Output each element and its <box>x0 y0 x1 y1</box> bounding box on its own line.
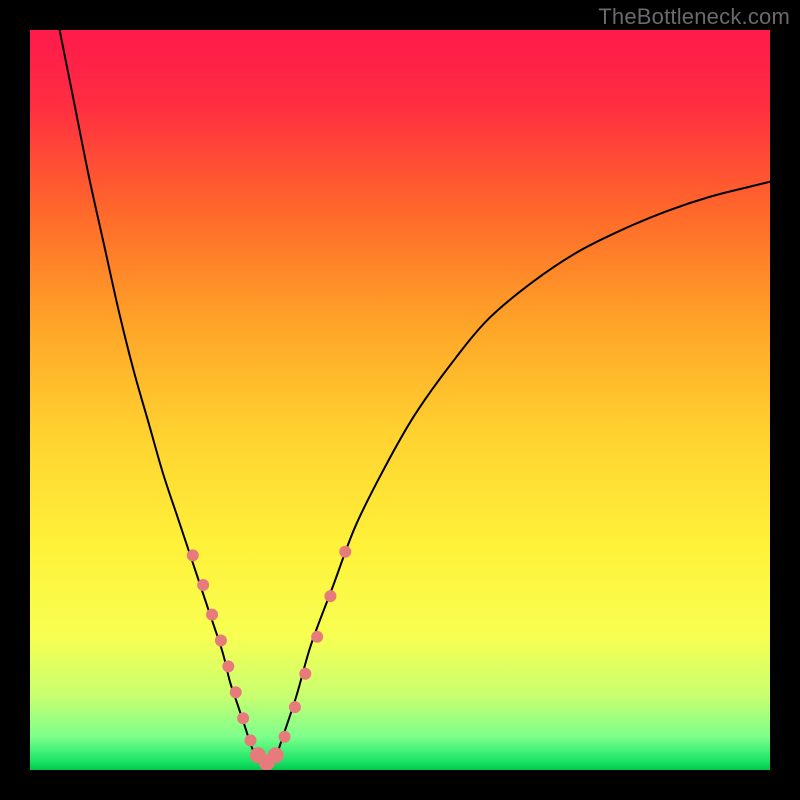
data-marker <box>245 734 257 746</box>
data-marker <box>339 546 351 558</box>
data-marker <box>222 660 234 672</box>
curve-right-branch <box>274 182 770 763</box>
data-marker <box>187 549 199 561</box>
data-marker <box>268 747 284 763</box>
data-marker <box>197 579 209 591</box>
data-marker <box>289 701 301 713</box>
data-marker <box>215 635 227 647</box>
data-marker <box>279 731 291 743</box>
curve-layer <box>30 30 770 770</box>
data-marker <box>230 686 242 698</box>
data-marker <box>237 712 249 724</box>
curve-left-branch <box>60 30 260 763</box>
data-marker <box>299 668 311 680</box>
data-marker <box>311 631 323 643</box>
data-marker <box>206 609 218 621</box>
chart-frame: TheBottleneck.com <box>0 0 800 800</box>
plot-area <box>30 30 770 770</box>
watermark-text: TheBottleneck.com <box>598 4 790 30</box>
data-marker <box>324 590 336 602</box>
